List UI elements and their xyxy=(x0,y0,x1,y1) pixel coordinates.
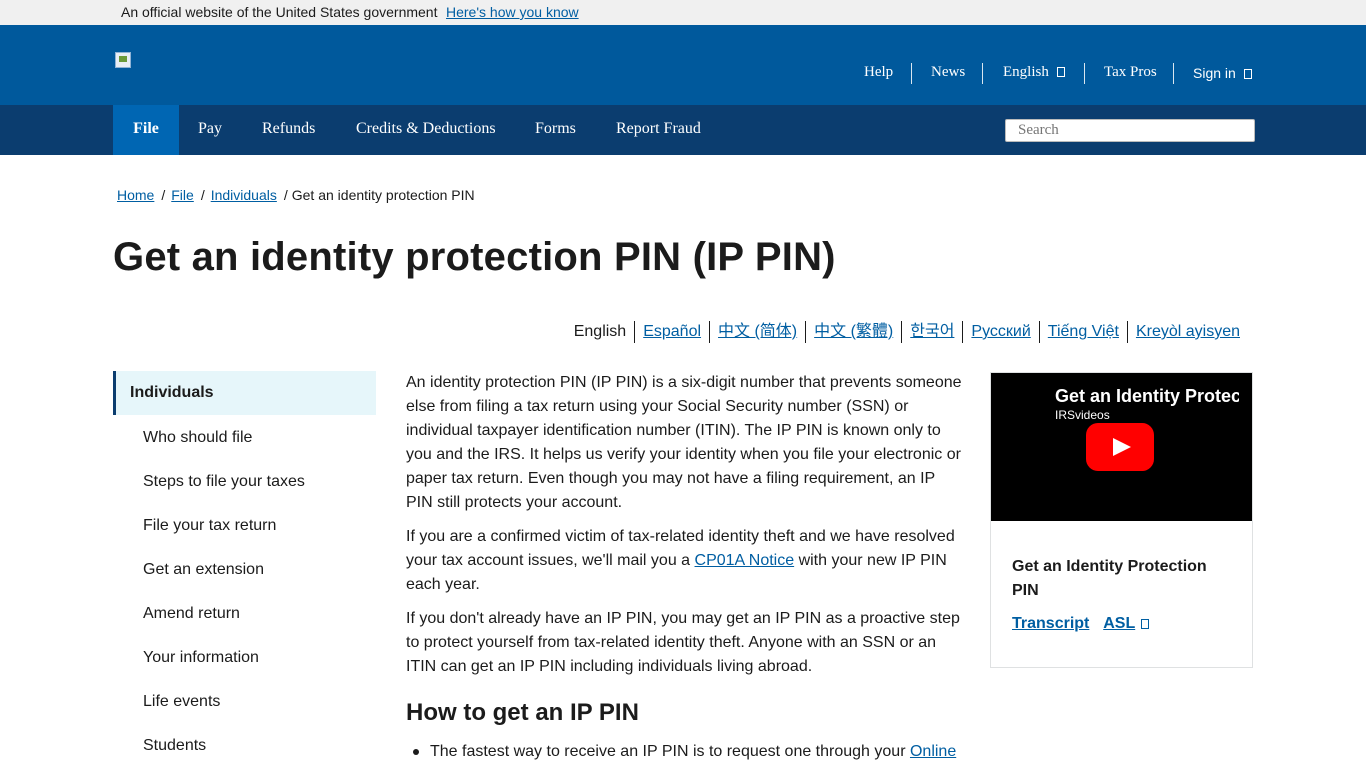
nav-file[interactable]: File xyxy=(113,105,179,155)
irs-logo-icon[interactable] xyxy=(115,52,131,68)
lang-haitian-creole[interactable]: Kreyòl ayisyen xyxy=(1126,321,1248,343)
chevron-down-icon xyxy=(1056,67,1065,77)
sidebar-item-students[interactable]: Students xyxy=(143,737,206,755)
site-header: Help News English Tax Pros Sign in xyxy=(0,25,1366,105)
breadcrumb-individuals[interactable]: Individuals xyxy=(211,187,277,203)
cp01a-notice-link[interactable]: CP01A Notice xyxy=(695,552,795,569)
util-divider xyxy=(911,63,912,84)
language-switcher: English Español 中文 (简体) 中文 (繁體) 한국어 Русс… xyxy=(566,321,1248,343)
search-input[interactable] xyxy=(1006,120,1254,141)
language-menu[interactable]: English xyxy=(1003,64,1065,81)
sign-in-label: Sign in xyxy=(1193,65,1236,81)
external-link-icon xyxy=(1141,619,1150,629)
video-card: Get an Identity Protec IRSvideos Get an … xyxy=(990,372,1253,668)
lang-current: English xyxy=(573,323,627,340)
util-divider xyxy=(1084,63,1085,84)
proactive-paragraph: If you don't already have an IP PIN, you… xyxy=(406,610,960,675)
sidebar-item-life-events[interactable]: Life events xyxy=(143,693,220,711)
tax-pros-link[interactable]: Tax Pros xyxy=(1104,64,1157,81)
bullet-icon xyxy=(413,749,419,755)
language-label: English xyxy=(1003,64,1049,80)
external-link-icon xyxy=(1243,69,1252,79)
asl-link[interactable]: ASL xyxy=(1103,615,1150,632)
breadcrumb: Home / File / Individuals / Get an identity pr… xyxy=(117,187,475,203)
lang-chinese-simplified[interactable]: 中文 (简体) xyxy=(709,321,805,343)
nav-refunds[interactable]: Refunds xyxy=(262,105,315,155)
victim-paragraph: If you are a confirmed victim of tax-rel… xyxy=(406,528,955,593)
sidebar-heading-individuals[interactable]: Individuals xyxy=(113,371,376,415)
lang-vietnamese[interactable]: Tiếng Việt xyxy=(1038,321,1127,343)
online-account-link[interactable]: Online xyxy=(910,743,956,760)
transcript-link[interactable]: Transcript xyxy=(1012,615,1089,632)
section-heading: How to get an IP PIN xyxy=(406,699,639,726)
intro-paragraph: An identity protection PIN (IP PIN) is a… xyxy=(406,374,962,511)
nav-pay[interactable]: Pay xyxy=(198,105,222,155)
play-icon[interactable] xyxy=(1086,423,1154,471)
video-channel: IRSvideos xyxy=(1055,408,1110,422)
help-link[interactable]: Help xyxy=(864,64,893,81)
sign-in-link[interactable]: Sign in xyxy=(1193,65,1252,81)
sidebar-item-get-an-extension[interactable]: Get an extension xyxy=(143,561,264,579)
video-player[interactable]: Get an Identity Protec IRSvideos xyxy=(991,373,1252,521)
nav-report-fraud[interactable]: Report Fraud xyxy=(616,105,701,155)
main-nav: File Pay Refunds Credits & Deductions Fo… xyxy=(0,105,1366,155)
lang-korean[interactable]: 한국어 xyxy=(901,321,962,343)
search-box xyxy=(1005,119,1255,142)
lang-russian[interactable]: Русский xyxy=(962,321,1038,343)
breadcrumb-home[interactable]: Home xyxy=(117,187,154,203)
card-links: Transcript ASL xyxy=(1012,615,1159,633)
heres-how-you-know-link[interactable]: Here's how you know xyxy=(446,4,579,20)
sidebar-item-file-your-tax-return[interactable]: File your tax return xyxy=(143,517,276,535)
util-divider xyxy=(982,63,983,84)
page-title: Get an identity protection PIN (IP PIN) xyxy=(113,235,836,279)
sidebar-item-steps-to-file[interactable]: Steps to file your taxes xyxy=(143,473,305,491)
news-link[interactable]: News xyxy=(931,64,965,81)
sidebar-item-your-information[interactable]: Your information xyxy=(143,649,259,667)
gov-banner-text: An official website of the United States… xyxy=(121,4,438,20)
lang-spanish[interactable]: Español xyxy=(634,321,709,343)
lang-chinese-traditional[interactable]: 中文 (繁體) xyxy=(805,321,901,343)
sidebar-item-who-should-file[interactable]: Who should file xyxy=(143,429,252,447)
breadcrumb-file[interactable]: File xyxy=(171,187,194,203)
util-divider xyxy=(1173,63,1174,84)
sidebar-item-amend-return[interactable]: Amend return xyxy=(143,605,240,623)
video-title: Get an Identity Protec xyxy=(1055,386,1239,406)
card-title: Get an Identity Protection PIN xyxy=(1012,558,1207,599)
nav-credits-deductions[interactable]: Credits & Deductions xyxy=(356,105,496,155)
nav-forms[interactable]: Forms xyxy=(535,105,576,155)
breadcrumb-current: Get an identity protection PIN xyxy=(291,187,475,203)
gov-banner: An official website of the United States… xyxy=(0,0,1366,25)
